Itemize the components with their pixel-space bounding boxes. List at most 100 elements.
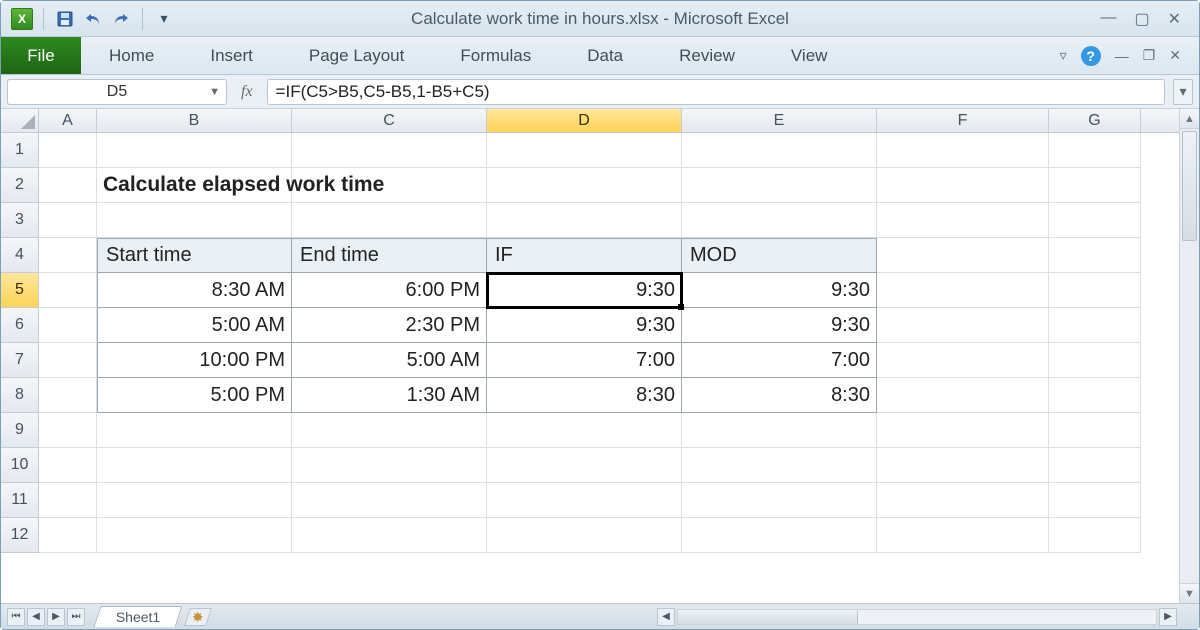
cell-C5[interactable]: 6:00 PM — [292, 273, 487, 308]
column-header-A[interactable]: A — [39, 109, 97, 132]
cell-B8[interactable]: 5:00 PM — [97, 378, 292, 413]
hscroll-left-icon[interactable]: ◀ — [657, 608, 675, 626]
scroll-thumb[interactable] — [1182, 131, 1197, 241]
cell-D1[interactable] — [487, 133, 682, 168]
cell-E5[interactable]: 9:30 — [682, 273, 877, 308]
tab-insert[interactable]: Insert — [182, 37, 281, 74]
cell-D8[interactable]: 8:30 — [487, 378, 682, 413]
row-header-5[interactable]: 5 — [1, 273, 39, 308]
row-header-1[interactable]: 1 — [1, 133, 39, 168]
cell-F12[interactable] — [877, 518, 1049, 553]
sheet-nav-next-icon[interactable]: ▶ — [47, 608, 65, 626]
cell-D10[interactable] — [487, 448, 682, 483]
cell-C12[interactable] — [292, 518, 487, 553]
cell-D2[interactable] — [487, 168, 682, 203]
cell-G5[interactable] — [1049, 273, 1141, 308]
cell-A7[interactable] — [39, 343, 97, 378]
cell-E2[interactable] — [682, 168, 877, 203]
cell-E3[interactable] — [682, 203, 877, 238]
cell-G3[interactable] — [1049, 203, 1141, 238]
cell-G8[interactable] — [1049, 378, 1141, 413]
cell-D11[interactable] — [487, 483, 682, 518]
cell-B3[interactable] — [97, 203, 292, 238]
mdi-restore-icon[interactable]: ❐ — [1143, 47, 1156, 64]
cell-A6[interactable] — [39, 308, 97, 343]
grid-body[interactable]: 12 Calculate elapsed work time 34 Start tim… — [1, 133, 1179, 603]
cell-B4[interactable]: Start time — [97, 238, 292, 273]
new-sheet-icon[interactable]: ✸ — [184, 608, 212, 626]
file-tab[interactable]: File — [1, 37, 81, 74]
cell-E4[interactable]: MOD — [682, 238, 877, 273]
cell-B1[interactable] — [97, 133, 292, 168]
customize-qat-icon[interactable]: ▾ — [153, 8, 175, 30]
cell-A10[interactable] — [39, 448, 97, 483]
cell-G11[interactable] — [1049, 483, 1141, 518]
cell-E8[interactable]: 8:30 — [682, 378, 877, 413]
cell-C1[interactable] — [292, 133, 487, 168]
column-header-D[interactable]: D — [487, 109, 682, 132]
cell-F9[interactable] — [877, 413, 1049, 448]
cell-B7[interactable]: 10:00 PM — [97, 343, 292, 378]
cell-G1[interactable] — [1049, 133, 1141, 168]
row-header-3[interactable]: 3 — [1, 203, 39, 238]
redo-icon[interactable] — [110, 8, 132, 30]
sheet-tab[interactable]: Sheet1 — [94, 606, 183, 627]
horizontal-scrollbar[interactable]: ◀ ▶ — [657, 608, 1199, 626]
cell-B10[interactable] — [97, 448, 292, 483]
sheet-nav-last-icon[interactable]: ⏭ — [67, 608, 85, 626]
cell-E9[interactable] — [682, 413, 877, 448]
cell-F3[interactable] — [877, 203, 1049, 238]
cell-D4[interactable]: IF — [487, 238, 682, 273]
cell-D5[interactable]: 9:30 — [487, 273, 682, 308]
cell-A3[interactable] — [39, 203, 97, 238]
tab-formulas[interactable]: Formulas — [432, 37, 559, 74]
cell-C8[interactable]: 1:30 AM — [292, 378, 487, 413]
cell-G7[interactable] — [1049, 343, 1141, 378]
cell-F7[interactable] — [877, 343, 1049, 378]
cell-A11[interactable] — [39, 483, 97, 518]
tab-data[interactable]: Data — [559, 37, 651, 74]
row-header-12[interactable]: 12 — [1, 518, 39, 553]
cell-A12[interactable] — [39, 518, 97, 553]
cell-C9[interactable] — [292, 413, 487, 448]
cell-F11[interactable] — [877, 483, 1049, 518]
cell-B2[interactable]: Calculate elapsed work time — [97, 168, 292, 203]
cell-C3[interactable] — [292, 203, 487, 238]
hscroll-track[interactable] — [677, 609, 1157, 625]
tab-home[interactable]: Home — [81, 37, 182, 74]
cell-G4[interactable] — [1049, 238, 1141, 273]
cell-C7[interactable]: 5:00 AM — [292, 343, 487, 378]
cell-A8[interactable] — [39, 378, 97, 413]
cell-B6[interactable]: 5:00 AM — [97, 308, 292, 343]
cell-E10[interactable] — [682, 448, 877, 483]
select-all-corner[interactable] — [1, 109, 39, 132]
cell-F5[interactable] — [877, 273, 1049, 308]
mdi-minimize-icon[interactable]: ― — [1115, 48, 1129, 64]
row-header-11[interactable]: 11 — [1, 483, 39, 518]
scroll-down-icon[interactable]: ▼ — [1180, 583, 1199, 603]
cell-D7[interactable]: 7:00 — [487, 343, 682, 378]
column-header-G[interactable]: G — [1049, 109, 1141, 132]
cell-A4[interactable] — [39, 238, 97, 273]
tab-view[interactable]: View — [763, 37, 856, 74]
cell-G10[interactable] — [1049, 448, 1141, 483]
cell-G2[interactable] — [1049, 168, 1141, 203]
cell-A9[interactable] — [39, 413, 97, 448]
hscroll-thumb[interactable] — [678, 610, 858, 624]
sheet-nav-prev-icon[interactable]: ◀ — [27, 608, 45, 626]
cell-D9[interactable] — [487, 413, 682, 448]
row-header-4[interactable]: 4 — [1, 238, 39, 273]
undo-icon[interactable] — [82, 8, 104, 30]
formula-bar-expand-icon[interactable]: ▾ — [1173, 79, 1193, 105]
cell-B12[interactable] — [97, 518, 292, 553]
row-header-2[interactable]: 2 — [1, 168, 39, 203]
cell-F8[interactable] — [877, 378, 1049, 413]
cell-E7[interactable]: 7:00 — [682, 343, 877, 378]
cell-E1[interactable] — [682, 133, 877, 168]
tab-review[interactable]: Review — [651, 37, 763, 74]
cell-B5[interactable]: 8:30 AM — [97, 273, 292, 308]
maximize-icon[interactable]: ▢ — [1134, 9, 1149, 29]
cell-C2[interactable] — [292, 168, 487, 203]
cell-G6[interactable] — [1049, 308, 1141, 343]
mdi-close-icon[interactable]: ✕ — [1169, 47, 1181, 64]
